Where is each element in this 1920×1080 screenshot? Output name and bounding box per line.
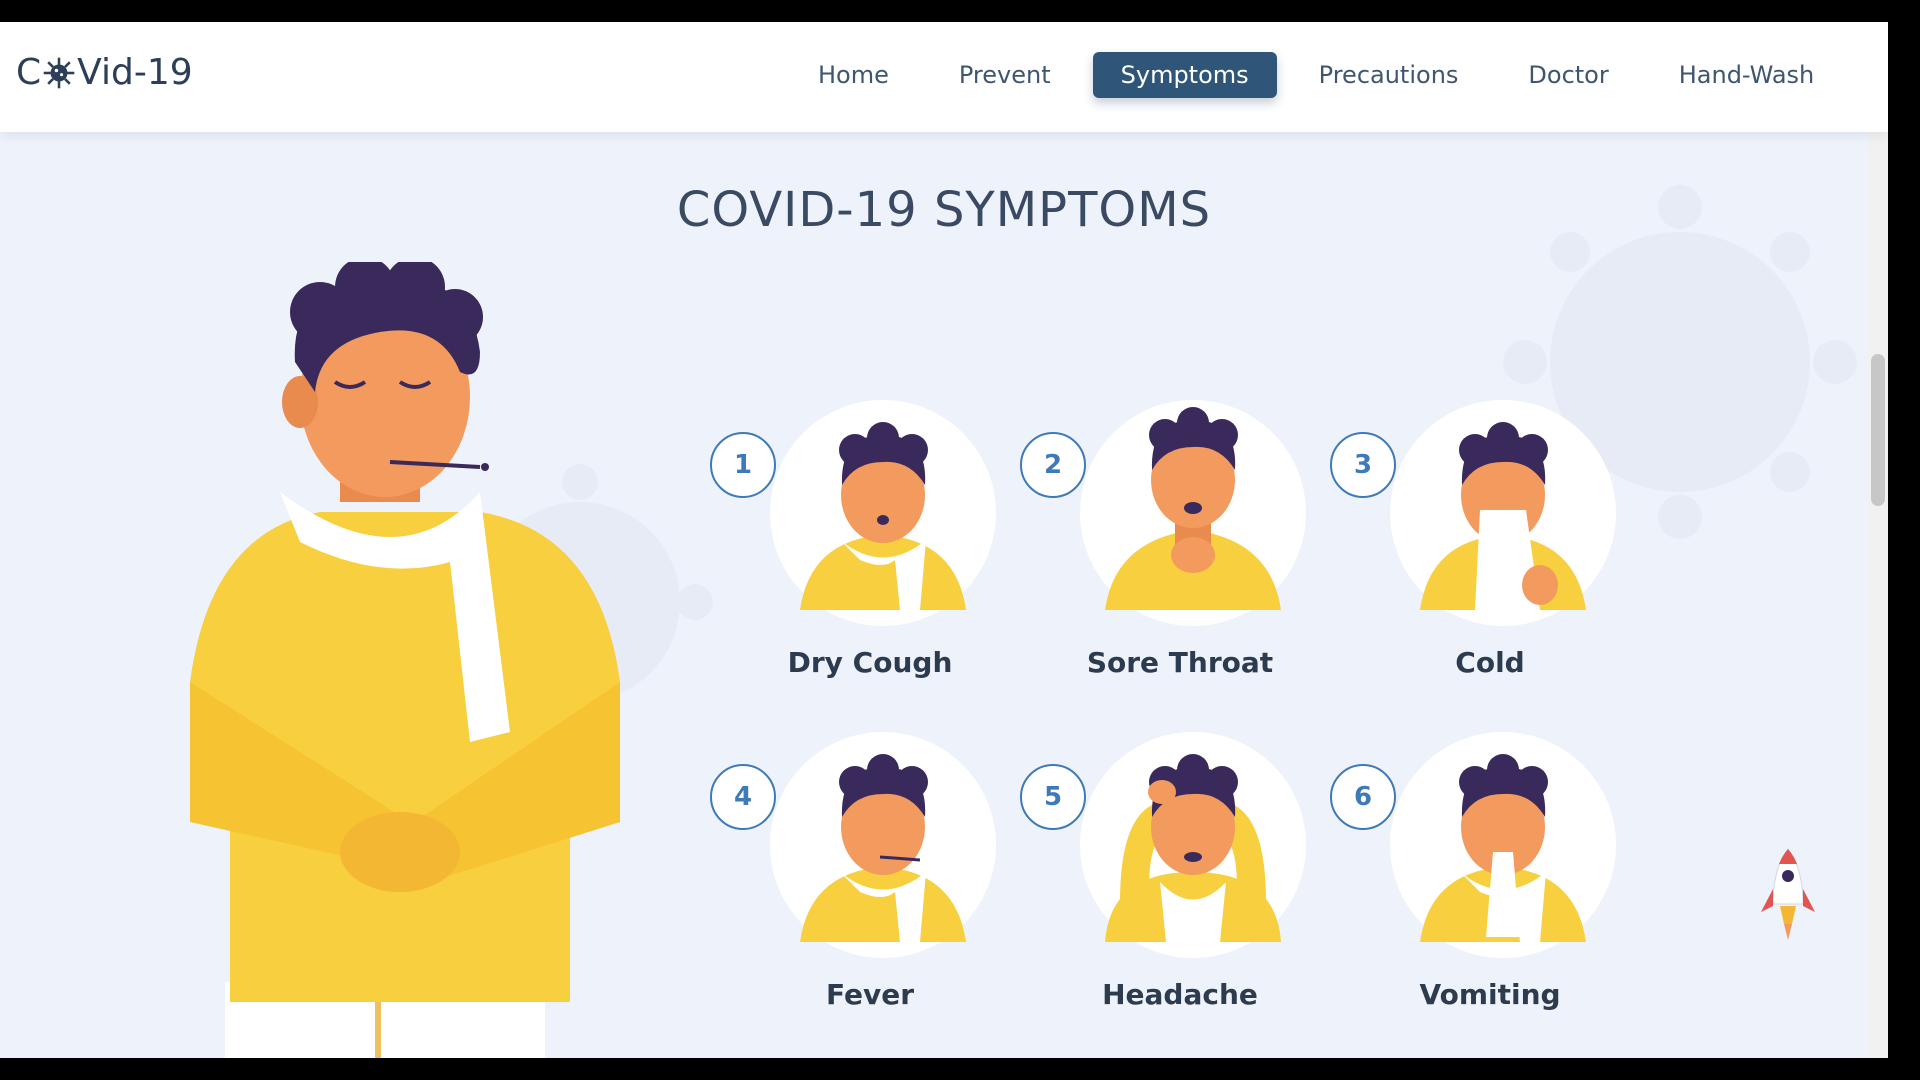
nav-precautions[interactable]: Precautions	[1291, 52, 1487, 98]
vertical-scrollbar[interactable]: ▲	[1868, 22, 1888, 1058]
symptom-label: Vomiting	[1419, 978, 1561, 1011]
symptom-number-badge: 5	[1020, 764, 1086, 830]
symptom-card-sore-throat[interactable]: 2 Sore Throat	[1020, 400, 1320, 700]
symptom-card-cold[interactable]: 3 Cold	[1330, 400, 1630, 700]
cold-figure-icon	[1420, 422, 1586, 610]
symptom-label: Sore Throat	[1086, 646, 1274, 679]
symptom-card-headache[interactable]: 5 Headache	[1020, 732, 1320, 1032]
brand-logo[interactable]: C Vid-19	[16, 52, 193, 93]
symptom-number-badge: 1	[710, 432, 776, 498]
nav-doctor[interactable]: Doctor	[1500, 52, 1636, 98]
dry-cough-figure-icon	[800, 422, 966, 610]
fever-figure-icon	[800, 754, 966, 942]
symptom-label: Cold	[1455, 646, 1525, 679]
symptom-label: Dry Cough	[787, 646, 953, 679]
virus-icon	[43, 57, 75, 88]
top-navbar: C Vid-19 Home Prevent Symptoms Precautio…	[0, 22, 1888, 132]
nav-hand-wash[interactable]: Hand-Wash	[1651, 52, 1843, 98]
sick-man-illustration	[190, 262, 620, 1058]
symptom-number-badge: 4	[710, 764, 776, 830]
brand-prefix: C	[16, 52, 42, 93]
nav-prevent[interactable]: Prevent	[931, 52, 1079, 98]
symptom-number-badge: 6	[1330, 764, 1396, 830]
page-title: COVID-19 SYMPTOMS	[676, 182, 1212, 238]
symptom-number-badge: 2	[1020, 432, 1086, 498]
vomiting-figure-icon	[1420, 754, 1586, 942]
nav-symptoms[interactable]: Symptoms	[1092, 52, 1277, 98]
brand-suffix: Vid-19	[77, 52, 193, 93]
rocket-back-to-top-icon[interactable]	[1758, 844, 1818, 954]
sore-throat-figure-icon	[1105, 407, 1281, 610]
symptom-label: Headache	[1102, 978, 1258, 1011]
nav-home[interactable]: Home	[790, 52, 917, 98]
symptom-card-vomiting[interactable]: 6 Vomiting	[1330, 732, 1630, 1032]
page-viewport: C Vid-19 Home Prevent Symptoms Precautio…	[0, 22, 1888, 1058]
symptom-number-badge: 3	[1330, 432, 1396, 498]
headache-figure-icon	[1105, 754, 1281, 942]
main-nav: Home Prevent Symptoms Precautions Doctor…	[790, 52, 1856, 98]
symptom-card-dry-cough[interactable]: 1 Dry Cough	[710, 400, 1010, 700]
symptom-label: Fever	[825, 978, 915, 1011]
scrollbar-thumb[interactable]	[1871, 354, 1885, 506]
symptom-card-fever[interactable]: 4 Fever	[710, 732, 1010, 1032]
